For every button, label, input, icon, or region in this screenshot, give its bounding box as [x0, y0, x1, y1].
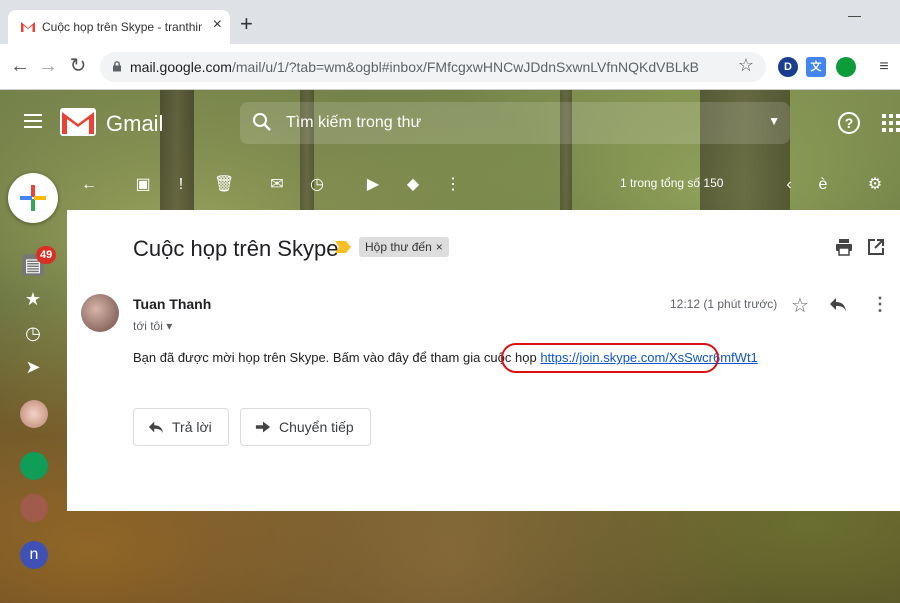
url-text: mail.google.com/mail/u/1/?tab=wm&ogbl#in…	[130, 59, 699, 75]
report-spam-icon[interactable]: !	[172, 176, 190, 194]
inbox-label-chip[interactable]: Hộp thư đến ×	[359, 237, 449, 257]
snooze-icon[interactable]: ◷	[308, 176, 326, 194]
compose-button[interactable]	[8, 173, 58, 223]
back-to-inbox-icon[interactable]: ←	[80, 176, 98, 194]
link-highlight-circle	[501, 343, 719, 373]
help-icon[interactable]: ?	[838, 112, 860, 134]
message-subject: Cuộc họp trên Skype	[133, 236, 339, 261]
tab-title: Cuộc họp trên Skype - tranthima	[42, 20, 202, 34]
bookmark-star-icon[interactable]: ☆	[738, 55, 754, 76]
search-input[interactable]	[286, 112, 736, 134]
contact-avatar[interactable]	[20, 494, 48, 522]
important-icon[interactable]: ➤	[22, 356, 44, 378]
search-icon[interactable]	[252, 112, 272, 132]
star-icon[interactable]: ☆	[791, 293, 809, 318]
sender-avatar[interactable]	[81, 294, 119, 332]
forward-button[interactable]: →	[36, 54, 60, 78]
browser-tabstrip: Cuộc họp trên Skype - tranthima × + —	[0, 0, 900, 44]
address-bar[interactable]: mail.google.com/mail/u/1/?tab=wm&ogbl#in…	[100, 52, 766, 82]
translate-extension-icon[interactable]: 文	[806, 57, 826, 77]
input-tools-icon[interactable]: è	[814, 176, 832, 194]
message-timestamp: 12:12 (1 phút trước)	[670, 297, 778, 311]
search-options-icon[interactable]: ▼	[768, 114, 780, 128]
reply-button[interactable]: Trả lời	[133, 408, 229, 446]
pager-count: 1 trong tổng số 150	[620, 176, 724, 190]
starred-icon[interactable]: ★	[22, 288, 44, 310]
message-action-bar: ← ▣ ! 🗑 ✉ ◷ ▶ ◆ ⋮ 1 trong tổng số 150 ‹ …	[80, 170, 900, 200]
green-circle-extension-icon[interactable]	[836, 57, 856, 77]
more-options-icon[interactable]: ⋮	[871, 294, 889, 315]
hangouts-icon[interactable]	[20, 452, 48, 480]
print-icon[interactable]	[835, 238, 853, 256]
forward-icon	[255, 421, 271, 433]
open-new-window-icon[interactable]	[867, 238, 885, 256]
importance-marker-icon[interactable]	[335, 241, 351, 253]
d-extension-icon[interactable]: D	[778, 57, 798, 77]
sender-name[interactable]: Tuan Thanh	[133, 296, 211, 312]
message-panel: Cuộc họp trên Skype Hộp thư đến × Tuan Th…	[67, 210, 900, 511]
forward-button[interactable]: Chuyển tiếp	[240, 408, 371, 446]
reply-icon	[148, 421, 164, 434]
browser-tab[interactable]: Cuộc họp trên Skype - tranthima ×	[8, 10, 230, 44]
tab-close-icon[interactable]: ×	[213, 16, 222, 34]
gmail-favicon-icon	[21, 22, 35, 32]
reload-button[interactable]: ↻	[66, 54, 90, 78]
new-tab-button[interactable]: +	[240, 13, 253, 35]
gmail-header: Gmail ▼ ?	[0, 90, 900, 156]
lock-icon	[113, 61, 121, 72]
gmail-wordmark: Gmail	[106, 111, 164, 136]
labels-icon[interactable]: ◆	[404, 176, 422, 194]
back-button[interactable]: ←	[8, 54, 32, 78]
gmail-logo-icon	[60, 108, 96, 136]
unread-count-badge: 49	[36, 246, 57, 264]
contact-avatar[interactable]	[20, 400, 48, 428]
move-to-icon[interactable]: ▶	[364, 176, 382, 194]
compose-plus-icon	[20, 185, 46, 211]
browser-toolbar: ← → ↻ mail.google.com/mail/u/1/?tab=wm&o…	[0, 44, 900, 90]
minimize-icon[interactable]: —	[848, 8, 861, 23]
newer-icon[interactable]: ‹	[780, 176, 798, 194]
account-avatar[interactable]: n	[20, 541, 48, 569]
main-menu-icon[interactable]	[24, 114, 42, 128]
snoozed-icon[interactable]: ◷	[22, 322, 44, 344]
mark-unread-icon[interactable]: ✉	[268, 176, 286, 194]
remove-label-icon[interactable]: ×	[436, 240, 443, 254]
search-bar: ▼	[240, 102, 790, 144]
reading-list-icon[interactable]: ≡	[874, 57, 894, 77]
apps-grid-icon[interactable]	[882, 114, 900, 132]
reply-icon[interactable]	[829, 295, 847, 313]
more-actions-icon[interactable]: ⋮	[444, 176, 462, 194]
settings-gear-icon[interactable]: ⚙	[866, 176, 884, 194]
delete-icon[interactable]: 🗑	[214, 176, 234, 194]
recipient-details-icon[interactable]: ▾	[166, 319, 172, 333]
archive-icon[interactable]: ▣	[134, 176, 152, 194]
recipient-line[interactable]: tới tôi ▾	[133, 319, 172, 333]
